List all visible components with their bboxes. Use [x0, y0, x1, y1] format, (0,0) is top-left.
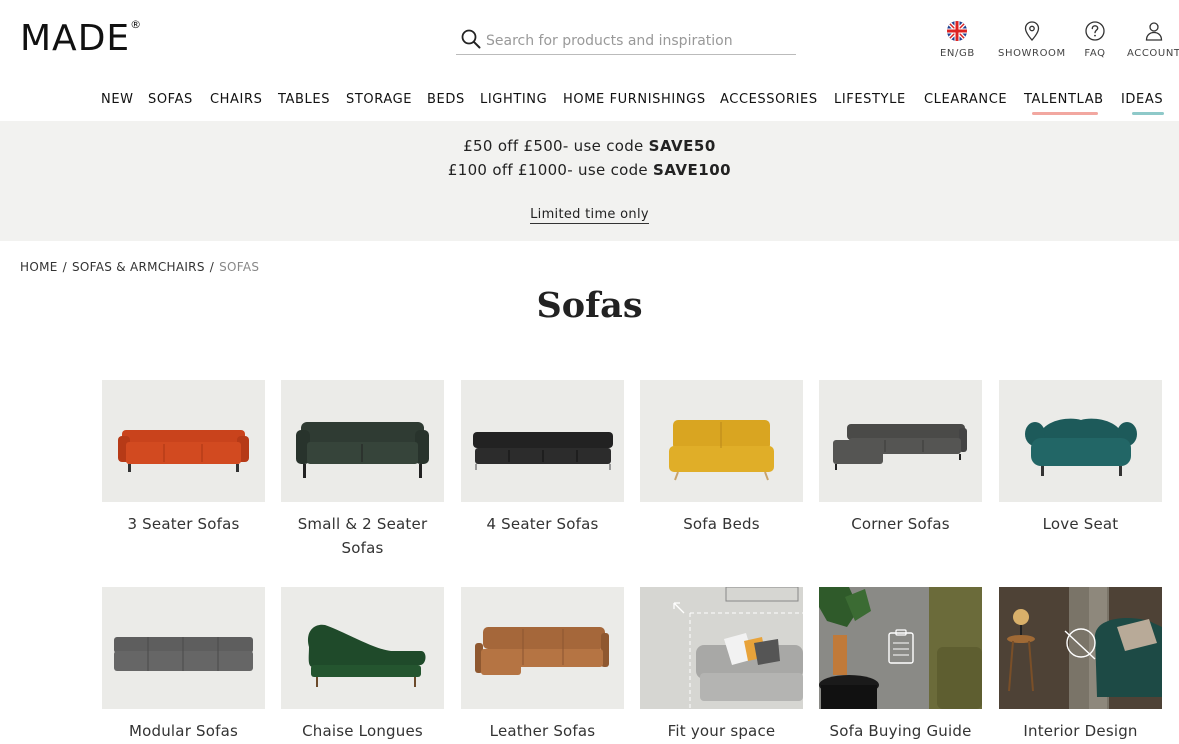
category-label: Chaise Longues — [302, 722, 423, 740]
language-label: EN/GB — [940, 48, 975, 59]
category-4-seater-sofas[interactable]: 4 Seater Sofas — [461, 380, 624, 536]
nav-item-clearance[interactable]: CLEARANCE — [924, 92, 1007, 107]
nav-item-lighting[interactable]: LIGHTING — [480, 92, 547, 107]
category-modular-sofas[interactable]: Modular Sofas — [102, 587, 265, 743]
faq-label: FAQ — [1084, 48, 1106, 59]
category-leather-sofas[interactable]: Leather Sofas — [461, 587, 624, 743]
promo-note: Limited time only — [0, 203, 1179, 224]
category-sofa-buying-guide[interactable]: Sofa Buying Guide — [819, 587, 982, 743]
breadcrumb-separator: / — [209, 260, 215, 274]
limited-time-link[interactable]: Limited time only — [530, 207, 649, 224]
breadcrumb-home[interactable]: HOME — [20, 260, 58, 274]
category-image[interactable] — [640, 380, 803, 502]
promo-line-1-text: £50 off £500- use code — [463, 137, 649, 155]
nav-item-tables[interactable]: TABLES — [278, 92, 330, 107]
ideas-underline — [1132, 112, 1164, 115]
showroom-label: SHOWROOM — [998, 48, 1066, 59]
question-circle-icon — [1084, 20, 1106, 42]
category-image[interactable] — [999, 587, 1162, 709]
category-label: Modular Sofas — [128, 722, 239, 740]
breadcrumb: HOME / SOFAS & ARMCHAIRS / SOFAS — [20, 260, 259, 274]
breadcrumb-current: SOFAS — [219, 260, 260, 274]
nav-item-home-furnishings[interactable]: HOME FURNISHINGS — [563, 92, 706, 107]
promo-code-save100: SAVE100 — [653, 161, 732, 179]
nav-item-new[interactable]: NEW — [101, 92, 134, 107]
location-pin-icon — [1021, 20, 1043, 42]
category-label: Leather Sofas — [489, 722, 596, 740]
category-label: Interior Design — [1023, 722, 1138, 740]
category-image[interactable] — [461, 587, 624, 709]
breadcrumb-separator: / — [62, 260, 67, 274]
category-image[interactable] — [999, 380, 1162, 502]
category-label: Sofa Beds — [683, 515, 760, 533]
main-nav: NEW SOFAS CHAIRS TABLES STORAGE BEDS LIG… — [0, 92, 1179, 115]
account-link[interactable]: ACCOUNT — [1127, 20, 1179, 59]
search-bar[interactable] — [456, 28, 796, 55]
category-interior-design[interactable]: Interior Design — [999, 587, 1162, 743]
category-label: Fit your space — [667, 722, 776, 740]
category-image[interactable] — [102, 380, 265, 502]
promo-banner: £50 off £500- use code SAVE50 £100 off £… — [0, 121, 1179, 241]
category-chaise-longues[interactable]: Chaise Longues — [281, 587, 444, 743]
category-small-2-seater-sofas[interactable]: Small & 2 Seater Sofas — [281, 380, 444, 560]
search-input[interactable] — [486, 30, 786, 52]
category-3-seater-sofas[interactable]: 3 Seater Sofas — [102, 380, 265, 536]
breadcrumb-sofas-armchairs[interactable]: SOFAS & ARMCHAIRS — [72, 260, 205, 274]
nav-item-accessories[interactable]: ACCESSORIES — [720, 92, 818, 107]
category-image[interactable] — [819, 587, 982, 709]
promo-line-2: £100 off £1000- use code SAVE100 — [0, 161, 1179, 179]
category-label: Love Seat — [1042, 515, 1119, 533]
search-icon[interactable] — [460, 28, 482, 50]
category-label: Sofa Buying Guide — [829, 722, 972, 740]
nav-item-beds[interactable]: BEDS — [427, 92, 465, 107]
category-image[interactable] — [461, 380, 624, 502]
nav-item-ideas[interactable]: IDEAS — [1121, 92, 1163, 107]
user-icon — [1143, 20, 1165, 42]
nav-item-sofas[interactable]: SOFAS — [148, 92, 193, 107]
nav-item-chairs[interactable]: CHAIRS — [210, 92, 262, 107]
account-label: ACCOUNT — [1127, 48, 1179, 59]
category-corner-sofas[interactable]: Corner Sofas — [819, 380, 982, 536]
nav-item-storage[interactable]: STORAGE — [346, 92, 412, 107]
category-label: 4 Seater Sofas — [486, 515, 599, 533]
category-sofa-beds[interactable]: Sofa Beds — [640, 380, 803, 536]
faq-link[interactable]: FAQ — [1084, 20, 1106, 59]
category-image[interactable] — [281, 587, 444, 709]
category-label: 3 Seater Sofas — [127, 515, 240, 533]
category-label: Corner Sofas — [851, 515, 950, 533]
category-image[interactable] — [281, 380, 444, 502]
category-image[interactable] — [102, 587, 265, 709]
talentlab-underline — [1032, 112, 1098, 115]
category-image[interactable] — [819, 380, 982, 502]
uk-flag-icon — [946, 20, 968, 42]
showroom-link[interactable]: SHOWROOM — [998, 20, 1066, 59]
nav-item-lifestyle[interactable]: LIFESTYLE — [834, 92, 906, 107]
category-image[interactable] — [640, 587, 803, 709]
category-fit-your-space[interactable]: Fit your space — [640, 587, 803, 743]
nav-item-talentlab[interactable]: TALENTLAB — [1024, 92, 1104, 107]
language-selector[interactable]: EN/GB — [940, 20, 975, 59]
category-label: Small & 2 Seater Sofas — [297, 515, 428, 557]
site-header: MADE ® Search for products and inspirati… — [0, 0, 1179, 120]
logo-text: MADE — [20, 18, 131, 59]
promo-code-save50: SAVE50 — [648, 137, 716, 155]
promo-line-2-text: £100 off £1000- use code — [447, 161, 654, 179]
category-love-seat[interactable]: Love Seat — [999, 380, 1162, 536]
made-logo[interactable]: MADE ® — [20, 18, 141, 59]
promo-line-1: £50 off £500- use code SAVE50 — [0, 137, 1179, 155]
page-title: Sofas — [536, 285, 643, 326]
logo-registered-mark: ® — [130, 18, 143, 31]
